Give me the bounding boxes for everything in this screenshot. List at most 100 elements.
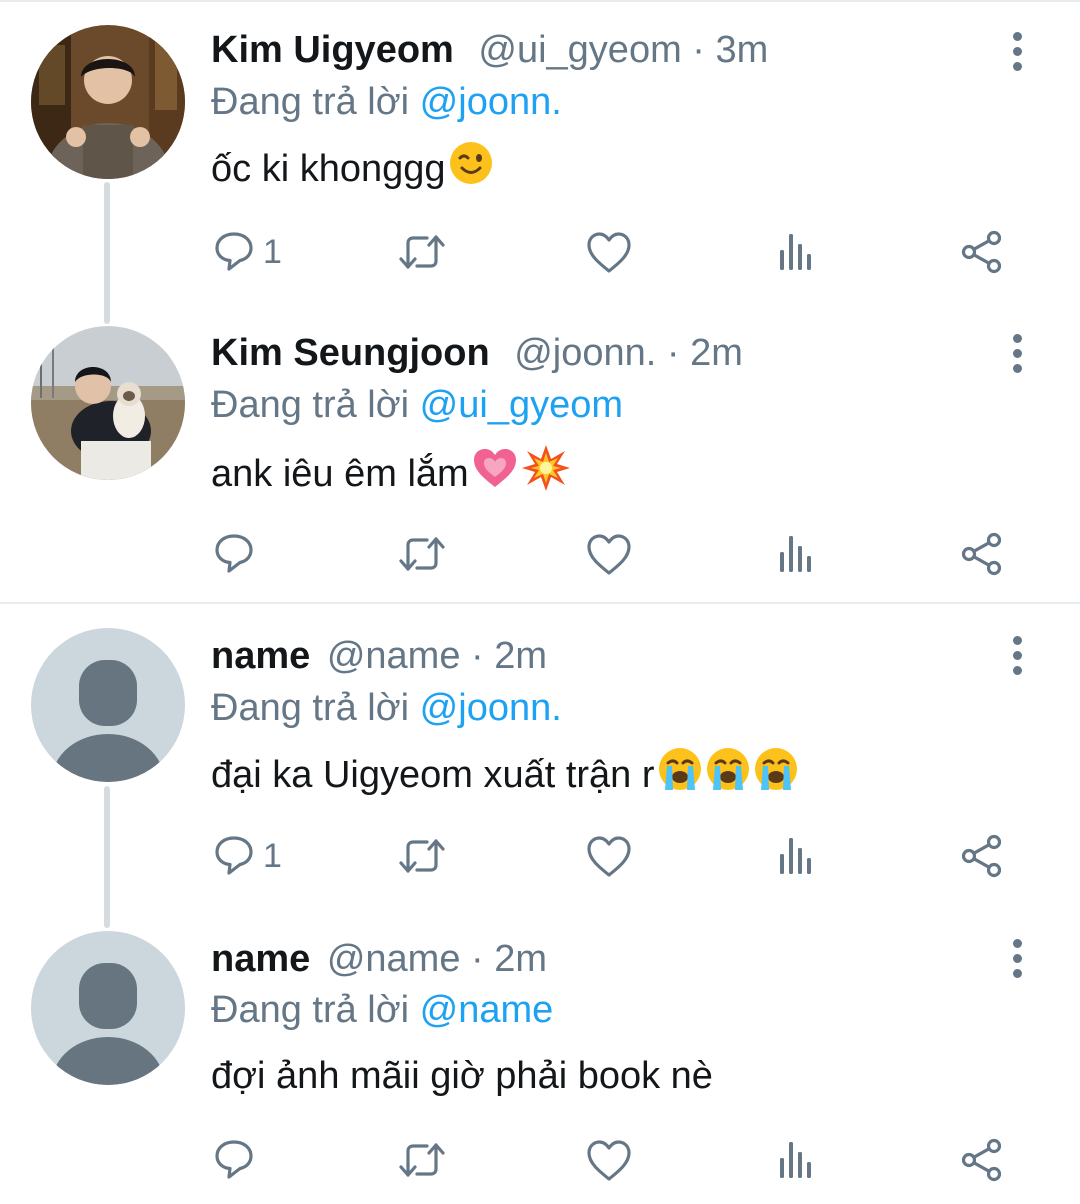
reply-count: 1 <box>263 232 282 271</box>
user-handle[interactable]: @joonn. <box>514 332 656 374</box>
tweet-header: name @name · 2m <box>211 934 547 984</box>
reply-button[interactable] <box>213 1130 263 1190</box>
section-divider <box>0 602 1080 604</box>
reply-icon <box>215 534 253 573</box>
timestamp[interactable]: 2m <box>690 332 743 374</box>
retweet-icon <box>399 839 445 873</box>
more-vertical-icon[interactable] <box>1002 937 1032 981</box>
user-handle[interactable]: @ui_gyeom <box>478 29 681 71</box>
reply-button[interactable]: 1 <box>213 222 282 282</box>
display-name[interactable]: name <box>211 938 310 980</box>
replying-to-label: Đang trả lời <box>211 81 410 123</box>
display-name[interactable]: name <box>211 635 310 677</box>
share-icon <box>961 230 1002 274</box>
reply-count: 1 <box>263 836 282 875</box>
share-button[interactable] <box>960 524 1004 584</box>
loudly-crying-face-emoji <box>657 746 703 808</box>
tweet-text: ank iêu êm lắm <box>211 443 571 499</box>
retweet-icon <box>399 1143 445 1177</box>
tweet-text-content: đợi ảnh mãii giờ phải book nè <box>211 1055 713 1097</box>
share-icon <box>961 834 1002 878</box>
replying-to: Đang trả lời @joonn. <box>211 683 562 733</box>
tweet-text: đợi ảnh mãii giờ phải book nè <box>211 1048 713 1104</box>
share-button[interactable] <box>960 222 1004 282</box>
user-handle[interactable]: @name <box>327 635 461 677</box>
reply-icon <box>215 1140 253 1179</box>
tweet-header: Kim Seungjoon @joonn. · 2m <box>211 328 743 378</box>
replying-to-label: Đang trả lời <box>211 989 410 1031</box>
retweet-button[interactable] <box>398 826 446 886</box>
analytics-icon <box>780 838 811 874</box>
more-vertical-icon[interactable] <box>1002 332 1032 376</box>
tweet-text-content: đại ka Uigyeom xuất trận r <box>211 754 655 797</box>
replying-to: Đang trả lời @ui_gyeom <box>211 380 623 430</box>
heart-icon <box>587 836 631 877</box>
analytics-button[interactable] <box>776 222 816 282</box>
heart-icon <box>587 534 631 575</box>
tweet-text: đại ka Uigyeom xuất trận r <box>211 746 799 802</box>
share-button[interactable] <box>960 1130 1004 1190</box>
separator-dot: · <box>471 635 484 677</box>
reply-icon <box>215 232 253 271</box>
analytics-button[interactable] <box>776 826 816 886</box>
analytics-button[interactable] <box>776 524 816 584</box>
timestamp[interactable]: 2m <box>494 635 547 677</box>
like-button[interactable] <box>585 826 633 886</box>
mention-link[interactable]: @joonn. <box>420 81 562 123</box>
retweet-button[interactable] <box>398 222 446 282</box>
tweet-actions: 1 <box>0 222 1080 282</box>
reply-button[interactable] <box>213 524 263 584</box>
replying-to: Đang trả lời @name <box>211 985 553 1035</box>
tweet-text-content: ốc ki khonggg <box>211 148 446 191</box>
analytics-icon <box>780 536 811 572</box>
avatar-photo[interactable] <box>31 25 185 179</box>
tweet-header: Kim Uigyeom @ui_gyeom · 3m <box>211 25 768 75</box>
tweet-text: ốc ki khonggg <box>211 140 494 196</box>
replying-to: Đang trả lời @joonn. <box>211 77 562 127</box>
retweet-icon <box>399 235 445 269</box>
reply-button[interactable]: 1 <box>213 826 282 886</box>
tweet-actions <box>0 524 1080 584</box>
share-button[interactable] <box>960 826 1004 886</box>
avatar-photo[interactable] <box>31 326 185 480</box>
retweet-icon <box>399 537 445 571</box>
collision-emoji <box>521 443 571 509</box>
tweet-header: name @name · 2m <box>211 631 547 681</box>
separator-dot: · <box>692 29 705 71</box>
default-avatar-icon[interactable] <box>31 931 185 1085</box>
user-handle[interactable]: @name <box>327 938 461 980</box>
like-button[interactable] <box>585 222 633 282</box>
tweet-actions: 1 <box>0 826 1080 886</box>
separator-dot: · <box>666 332 680 374</box>
share-icon <box>961 1138 1002 1182</box>
share-icon <box>961 532 1002 576</box>
heart-icon <box>587 1140 631 1181</box>
analytics-icon <box>780 1142 811 1178</box>
reply-icon <box>215 836 253 875</box>
timestamp[interactable]: 3m <box>716 29 769 71</box>
replying-to-label: Đang trả lời <box>211 687 410 729</box>
mention-link[interactable]: @joonn. <box>420 687 562 729</box>
retweet-button[interactable] <box>398 524 446 584</box>
heart-icon <box>587 232 631 273</box>
analytics-button[interactable] <box>776 1130 816 1190</box>
more-vertical-icon[interactable] <box>1002 30 1032 74</box>
display-name[interactable]: Kim Seungjoon <box>211 332 490 374</box>
separator-dot: · <box>471 938 484 980</box>
analytics-icon <box>780 234 811 270</box>
growing-heart-emoji <box>471 445 519 507</box>
mention-link[interactable]: @name <box>420 989 554 1031</box>
winking-face-emoji <box>448 140 494 202</box>
like-button[interactable] <box>585 1130 633 1190</box>
tweet-text-content: ank iêu êm lắm <box>211 453 469 496</box>
replying-to-label: Đang trả lời <box>211 384 410 426</box>
display-name[interactable]: Kim Uigyeom <box>211 29 454 71</box>
default-avatar-icon[interactable] <box>31 628 185 782</box>
timestamp[interactable]: 2m <box>494 938 547 980</box>
loudly-crying-face-emoji <box>753 746 799 808</box>
tweet-actions <box>0 1130 1080 1190</box>
like-button[interactable] <box>585 524 633 584</box>
retweet-button[interactable] <box>398 1130 446 1190</box>
mention-link[interactable]: @ui_gyeom <box>420 384 623 426</box>
more-vertical-icon[interactable] <box>1002 634 1032 678</box>
